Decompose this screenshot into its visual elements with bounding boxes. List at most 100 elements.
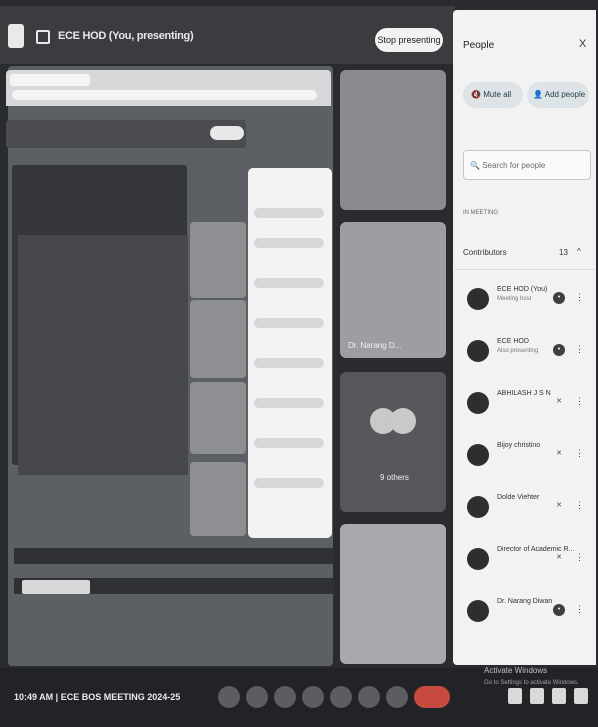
- more-options-icon[interactable]: ⋮: [575, 604, 584, 615]
- info-icon[interactable]: [508, 688, 522, 704]
- activate-windows-title: Activate Windows: [484, 666, 548, 675]
- participant-role: Meeting host: [497, 296, 532, 302]
- avatar: [467, 288, 489, 310]
- mic-off-icon: ✕: [556, 554, 562, 561]
- more-options-icon[interactable]: ⋮: [575, 396, 584, 407]
- mic-icon: •: [553, 344, 565, 356]
- video-tile[interactable]: [340, 70, 446, 210]
- nested-video-tile: [190, 300, 246, 378]
- more-options-icon[interactable]: ⋮: [575, 344, 584, 355]
- nested-row: [254, 478, 324, 488]
- more-options-icon[interactable]: ⋮: [575, 448, 584, 459]
- participant-row[interactable]: Dolde Viehter ✕ ⋮: [453, 484, 596, 536]
- others-tile[interactable]: 9 others: [340, 372, 446, 512]
- participant-row[interactable]: Bijoy christino ✕ ⋮: [453, 432, 596, 484]
- nested-video-tile: [190, 222, 246, 298]
- avatar: [390, 408, 416, 434]
- chat-icon[interactable]: [552, 688, 566, 704]
- activities-icon[interactable]: [574, 688, 588, 704]
- more-options-icon[interactable]: ⋮: [575, 292, 584, 303]
- mic-off-icon: ✕: [556, 502, 562, 509]
- time-meeting-label: 10:49 AM | ECE BOS MEETING 2024-25: [14, 692, 181, 702]
- contributors-header[interactable]: Contributors 13 ^: [455, 236, 595, 270]
- nested-row: [254, 318, 324, 328]
- sidebar-toggle-icon[interactable]: [8, 24, 24, 48]
- people-panel: People X 🔇 Mute all 👤 Add people 🔍 Searc…: [453, 10, 596, 665]
- close-icon[interactable]: X: [579, 38, 586, 50]
- camera-button[interactable]: [246, 686, 268, 708]
- avatar: [467, 444, 489, 466]
- participant-row[interactable]: Dr. Narang Diwan • ⋮: [453, 588, 596, 640]
- meet-screen: ECE HOD (You, presenting) Stop presentin…: [0, 0, 598, 727]
- more-options-icon[interactable]: ⋮: [575, 500, 584, 511]
- nested-meeting-view-inner: [18, 235, 188, 475]
- add-label: Add people: [544, 90, 586, 99]
- mic-button[interactable]: [218, 686, 240, 708]
- nested-search-pill: [22, 580, 90, 594]
- contributors-count: 13: [559, 248, 568, 257]
- more-options-button[interactable]: [386, 686, 408, 708]
- participant-name: Bijoy christino: [497, 442, 541, 449]
- others-avatars: [364, 398, 420, 438]
- meeting-controls-bar: 10:49 AM | ECE BOS MEETING 2024-25: [0, 668, 598, 727]
- participant-name: Director of Academic R...: [497, 546, 575, 553]
- video-tile[interactable]: [340, 524, 446, 664]
- search-placeholder: Search for people: [482, 161, 546, 170]
- nested-row: [254, 398, 324, 408]
- nested-video-tile: [190, 382, 246, 454]
- video-tile[interactable]: Dr. Narang D...: [340, 222, 446, 358]
- avatar: [467, 600, 489, 622]
- mic-icon: •: [553, 604, 565, 616]
- end-call-button[interactable]: [414, 686, 450, 708]
- shared-browser-window: [6, 70, 331, 106]
- people-icon[interactable]: [530, 688, 544, 704]
- others-label: 9 others: [380, 473, 409, 482]
- nested-toolbar: [14, 548, 334, 564]
- participant-name: Dr. Narang Diwan: [497, 598, 553, 605]
- participant-name: ABHILASH J S N: [497, 390, 551, 397]
- presenting-title: ECE HOD (You, presenting): [58, 30, 194, 42]
- present-button[interactable]: [330, 686, 352, 708]
- participant-role: Also presenting: [497, 348, 539, 354]
- nested-row: [254, 238, 324, 248]
- nested-people-panel: [248, 168, 332, 538]
- panel-title: People: [463, 40, 495, 51]
- browser-url-bar: [12, 90, 317, 100]
- nested-row: [254, 208, 324, 218]
- participant-row[interactable]: ECE HOD Also presenting • ⋮: [453, 328, 596, 380]
- mic-icon: •: [553, 292, 565, 304]
- nested-stop-button: [210, 126, 244, 140]
- mic-off-icon: ✕: [556, 398, 562, 405]
- avatar: [467, 548, 489, 570]
- search-input[interactable]: 🔍 Search for people: [463, 150, 591, 180]
- mic-off-icon: ✕: [556, 450, 562, 457]
- mute-all-button[interactable]: 🔇 Mute all: [463, 82, 523, 108]
- participant-name: ECE HOD (You): [497, 286, 548, 293]
- participant-row[interactable]: ECE HOD (You) Meeting host • ⋮: [453, 276, 596, 328]
- captions-button[interactable]: [274, 686, 296, 708]
- participant-row[interactable]: Director of Academic R... ✕ ⋮: [453, 536, 596, 588]
- participant-name: Dolde Viehter: [497, 494, 540, 501]
- avatar: [467, 340, 489, 362]
- raise-hand-button[interactable]: [358, 686, 380, 708]
- more-options-icon[interactable]: ⋮: [575, 552, 584, 563]
- section-label: IN MEETING: [463, 210, 499, 216]
- presenting-bar: ECE HOD (You, presenting) Stop presentin…: [0, 6, 455, 64]
- participant-row[interactable]: ABHILASH J S N ✕ ⋮: [453, 380, 596, 432]
- nested-video-tile: [190, 462, 246, 536]
- chevron-up-icon[interactable]: ^: [577, 247, 581, 256]
- mute-label: Mute all: [483, 90, 512, 99]
- avatar: [467, 496, 489, 518]
- nested-row: [254, 358, 324, 368]
- add-people-button[interactable]: 👤 Add people: [527, 82, 589, 108]
- present-screen-icon: [36, 30, 50, 44]
- browser-tab: [10, 74, 90, 86]
- avatar: [467, 392, 489, 414]
- nested-row: [254, 278, 324, 288]
- nested-row: [254, 438, 324, 448]
- stop-presenting-button[interactable]: Stop presenting: [375, 28, 443, 52]
- activate-windows-sub: Go to Settings to activate Windows.: [484, 680, 579, 686]
- tile-name: Dr. Narang D...: [348, 341, 402, 350]
- contributors-label: Contributors: [463, 248, 507, 257]
- emoji-button[interactable]: [302, 686, 324, 708]
